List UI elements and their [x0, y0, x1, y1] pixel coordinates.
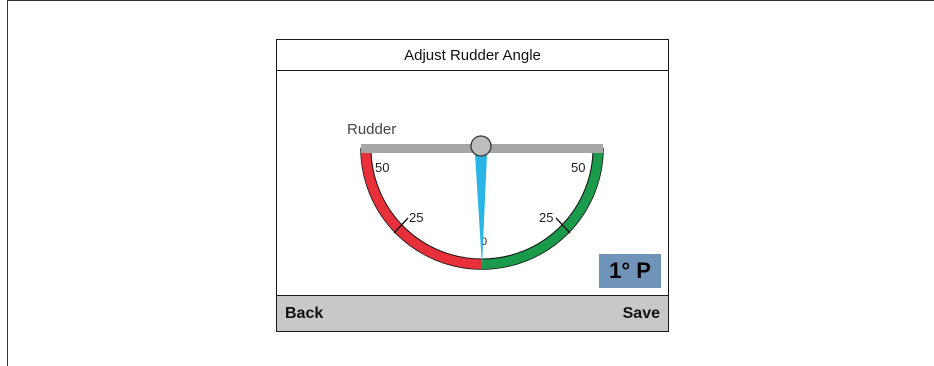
tick-label-port-50: 50	[375, 160, 389, 175]
rudder-pointer	[475, 154, 487, 266]
tick-label-stbd-50: 50	[571, 160, 585, 175]
rudder-adjust-screen: Adjust Rudder Angle Rudder 50 25 0 25 50…	[276, 39, 669, 332]
outer-frame-left	[7, 0, 8, 366]
softkey-bar: Back Save	[277, 295, 668, 331]
save-button[interactable]: Save	[623, 296, 660, 331]
rudder-angle-readout: 1° P	[599, 254, 661, 288]
tick-label-port-25: 25	[409, 210, 423, 225]
rudder-pivot	[470, 135, 492, 157]
tick-label-stbd-25: 25	[539, 210, 553, 225]
rudder-label: Rudder	[347, 121, 396, 138]
back-button[interactable]: Back	[285, 296, 323, 331]
rudder-angle-value: 1° P	[609, 258, 651, 283]
title-bar: Adjust Rudder Angle	[277, 40, 668, 71]
page-title: Adjust Rudder Angle	[404, 46, 541, 64]
outer-frame-top	[7, 0, 934, 1]
